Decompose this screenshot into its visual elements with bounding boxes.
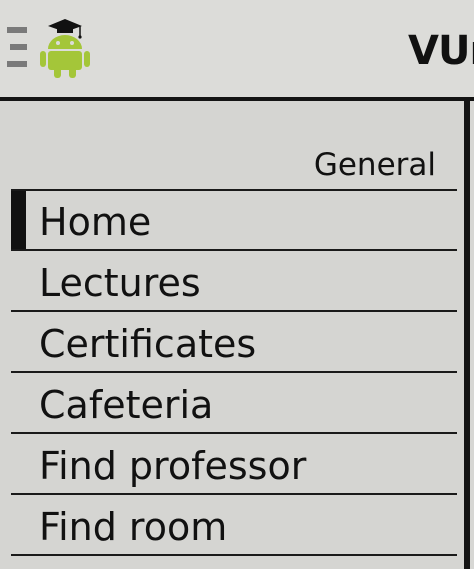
drawer-item-label: Lectures <box>39 261 201 305</box>
drawer-item-home[interactable]: Home <box>11 191 457 251</box>
item-divider <box>11 493 457 495</box>
drawer-item-label: Find room <box>39 505 228 549</box>
drawer-item-cafeteria[interactable]: Cafeteria <box>11 374 457 434</box>
item-divider <box>11 310 457 312</box>
app-title: VUn <box>408 28 474 74</box>
drawer-item-find-room[interactable]: Find room <box>11 496 457 556</box>
drawer-item-label: Certificates <box>39 322 257 366</box>
drawer-item-label: Home <box>39 200 152 244</box>
action-bar: VUn <box>0 0 474 97</box>
android-graduation-cap-icon[interactable] <box>40 16 90 78</box>
item-divider <box>11 554 457 556</box>
active-indicator <box>11 191 26 251</box>
drawer-item-label: Find professor <box>39 444 307 488</box>
item-divider <box>11 432 457 434</box>
item-divider <box>11 371 457 373</box>
drawer-item-find-professor[interactable]: Find professor <box>11 435 457 495</box>
content-peek <box>470 101 474 569</box>
drawer-item-label: Cafeteria <box>39 383 214 427</box>
item-divider <box>11 249 457 251</box>
drawer-menu-icon[interactable] <box>7 27 29 71</box>
section-header-general: General <box>313 147 436 183</box>
drawer-item-lectures[interactable]: Lectures <box>11 252 457 312</box>
drawer-item-certificates[interactable]: Certificates <box>11 313 457 373</box>
